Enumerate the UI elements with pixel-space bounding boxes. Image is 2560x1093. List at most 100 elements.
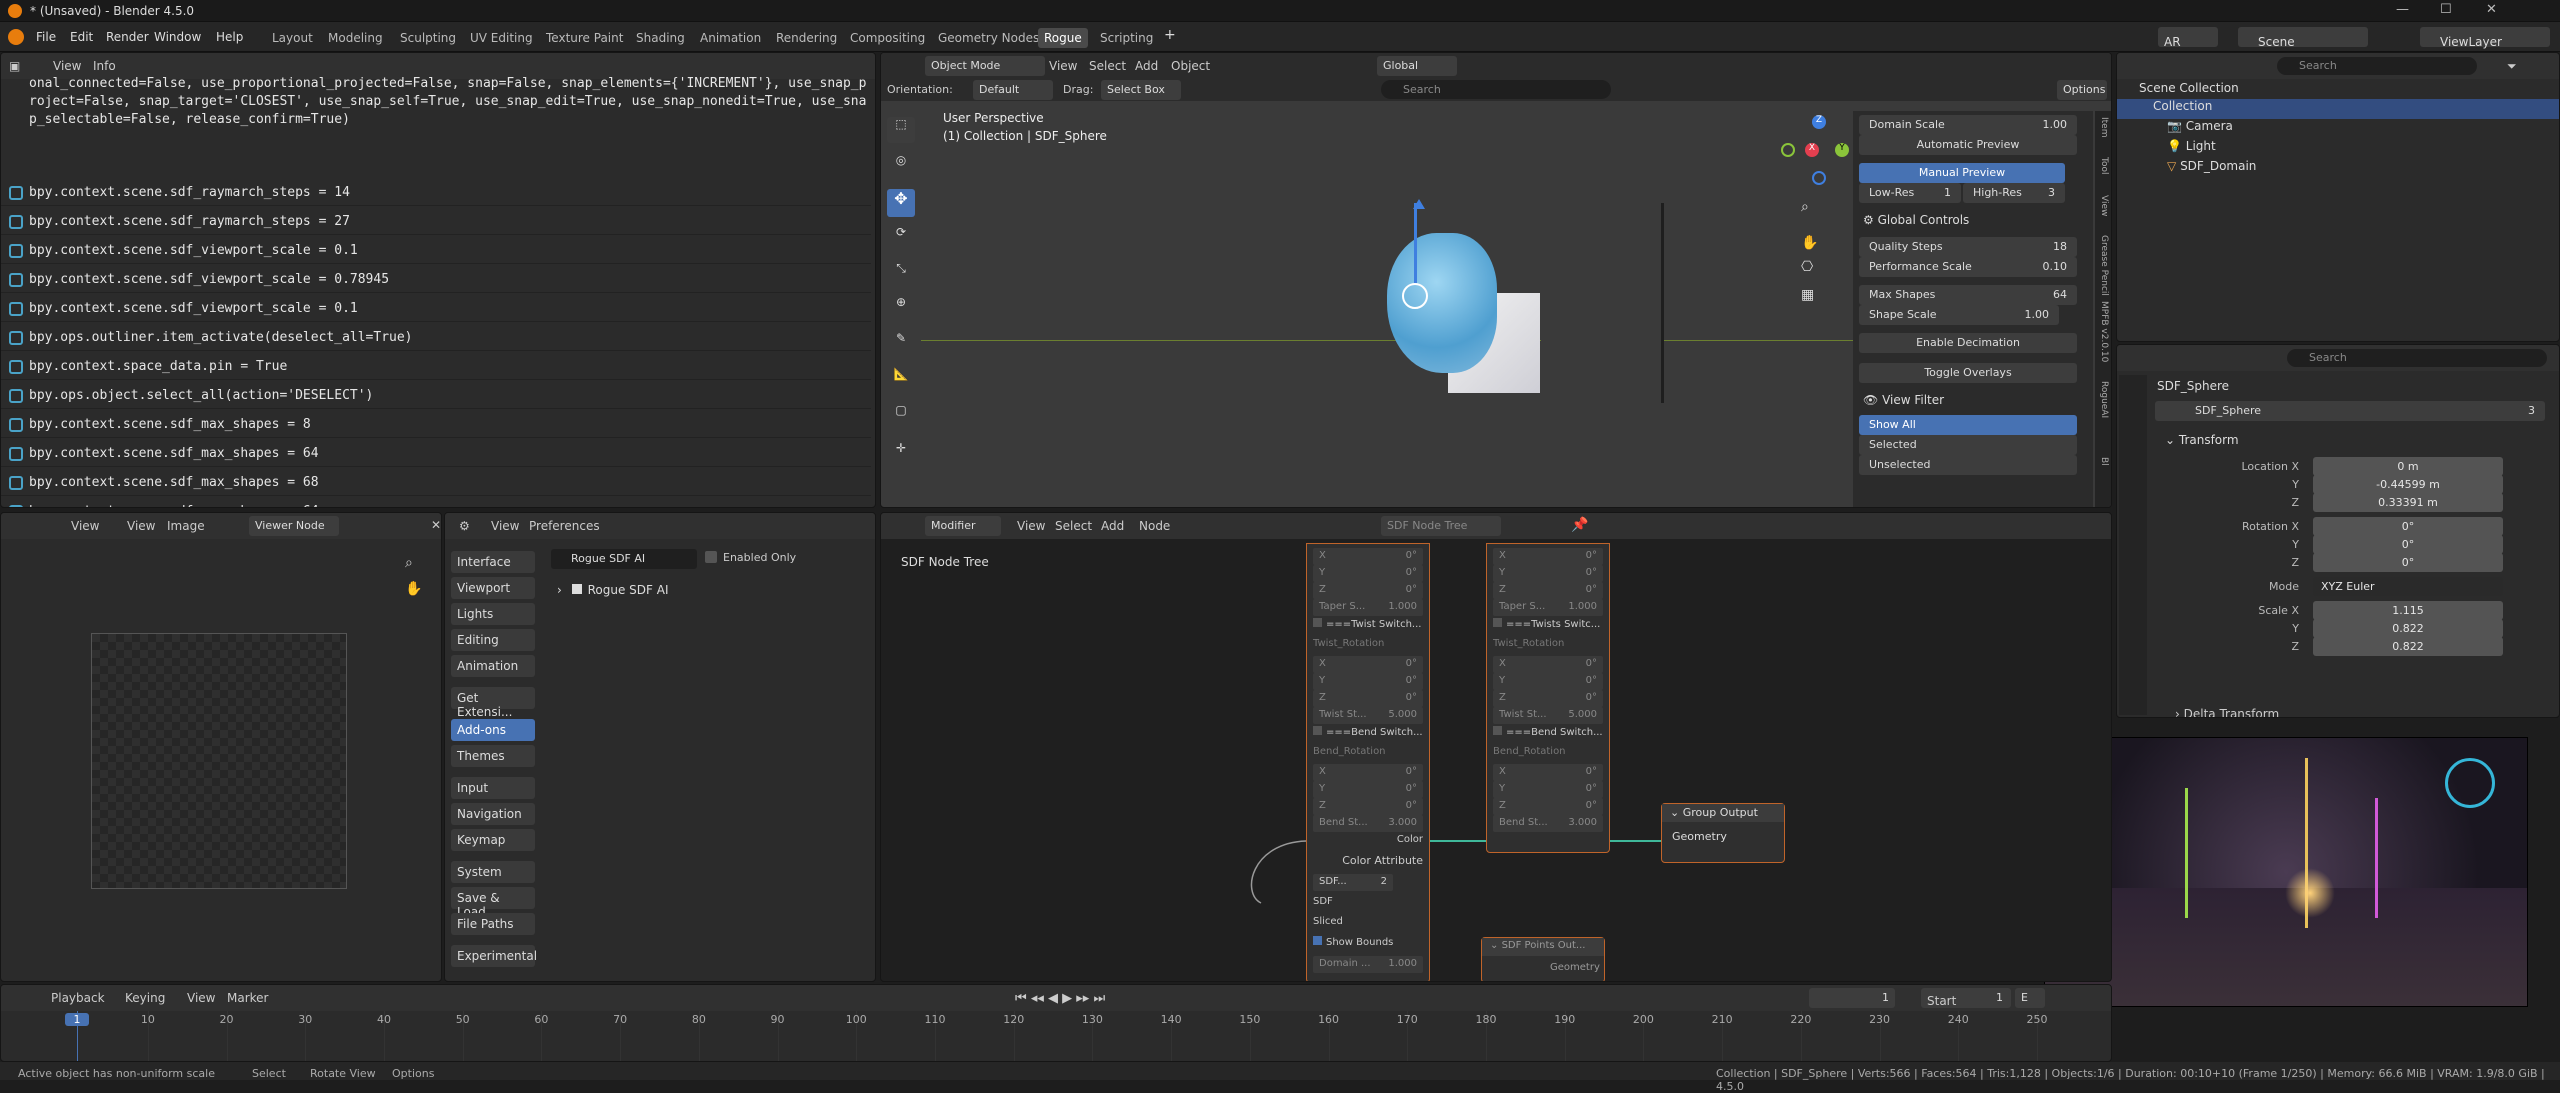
prefs-section[interactable]: Save & Load bbox=[451, 887, 535, 919]
options-button[interactable]: Options bbox=[2057, 80, 2107, 100]
lowres-field[interactable]: Low-Res 1 bbox=[1859, 183, 1961, 203]
transform-orientation-selector[interactable]: Global bbox=[1377, 56, 1457, 76]
navigation-gizmo[interactable]: Z Y X bbox=[1781, 115, 1851, 185]
log-line[interactable]: bpy.ops.outliner.item_activate(deselect_… bbox=[1, 325, 871, 351]
menu-render[interactable]: Render bbox=[106, 30, 149, 44]
show-bounds-checkbox[interactable]: Show Bounds bbox=[1313, 936, 1423, 954]
toggle-overlays-button[interactable]: Toggle Overlays bbox=[1859, 363, 2077, 383]
orientation-selector[interactable]: Default bbox=[973, 80, 1053, 100]
end-frame-field[interactable]: E bbox=[2015, 988, 2045, 1008]
prefs-menu-view[interactable]: View bbox=[491, 519, 519, 533]
properties-search-input[interactable]: Search bbox=[2287, 349, 2547, 367]
timeline-menu-marker[interactable]: Marker bbox=[227, 991, 268, 1005]
scene-selector[interactable]: Scene bbox=[2238, 27, 2368, 49]
sidebar-tab[interactable]: Item bbox=[2097, 117, 2109, 138]
node-value-field[interactable]: Y 0° bbox=[1493, 565, 1603, 582]
addon-search-input[interactable]: Rogue SDF AI bbox=[551, 549, 697, 569]
gizmo-x-icon[interactable]: X bbox=[1805, 143, 1819, 157]
camera-view-icon[interactable]: ⎔ bbox=[1801, 259, 1813, 275]
shape-scale-field[interactable]: Shape Scale 1.00 bbox=[1859, 305, 2059, 325]
view-filter-header[interactable]: 👁 View Filter bbox=[1863, 393, 1944, 407]
gizmo-z-arrow[interactable] bbox=[1414, 203, 1417, 283]
node-value-field[interactable]: Twist St... 5.000 bbox=[1313, 707, 1423, 724]
transform-value-field[interactable]: 0.822 bbox=[2313, 637, 2503, 656]
node-value-field[interactable]: Taper S... 1.000 bbox=[1493, 599, 1603, 616]
transform-value-field[interactable]: 0.33391 m bbox=[2313, 493, 2503, 512]
menu-edit[interactable]: Edit bbox=[70, 30, 93, 44]
cursor-tool-icon[interactable]: ◎ bbox=[887, 153, 915, 179]
add-tool-icon[interactable]: ✛ bbox=[887, 441, 915, 467]
scale-tool-icon[interactable]: ⤡ bbox=[887, 261, 915, 287]
transform-value-field[interactable]: 0° bbox=[2313, 553, 2503, 572]
rotate-tool-icon[interactable]: ⟳ bbox=[887, 225, 915, 251]
node-value-field[interactable]: Z 0° bbox=[1493, 798, 1603, 815]
sidebar-tab[interactable]: Grease Pencil bbox=[2097, 235, 2109, 296]
viewer-node-selector[interactable]: Viewer Node bbox=[249, 516, 339, 536]
tab-rendering[interactable]: Rendering bbox=[770, 28, 843, 48]
sidebar-tab[interactable]: RogueAI bbox=[2097, 381, 2109, 418]
image-menu-view[interactable]: View bbox=[71, 519, 99, 533]
manual-preview-button[interactable]: Manual Preview bbox=[1859, 163, 2065, 183]
auto-preview-button[interactable]: Automatic Preview bbox=[1859, 135, 2077, 155]
group-output-geometry-socket[interactable]: Geometry bbox=[1672, 830, 1727, 843]
mode-selector[interactable]: Object Mode bbox=[925, 56, 1045, 76]
info-menu-info[interactable]: Info bbox=[93, 59, 116, 73]
node-value-field[interactable]: X 0° bbox=[1313, 764, 1423, 781]
prefs-section[interactable]: System bbox=[451, 861, 535, 883]
prefs-menu-preferences[interactable]: Preferences bbox=[529, 519, 600, 533]
editor-type-icon[interactable]: ▣ bbox=[9, 59, 20, 73]
sdf-type-selector[interactable]: SDF... 2 bbox=[1313, 874, 1393, 891]
prefs-section[interactable]: Experimental bbox=[451, 945, 537, 967]
select-box-tool-icon[interactable]: ⬚ bbox=[887, 117, 915, 143]
menu-help[interactable]: Help bbox=[216, 30, 243, 44]
global-controls-header[interactable]: ⚙ Global Controls bbox=[1863, 213, 1969, 227]
measure-tool-icon[interactable]: 📐 bbox=[887, 367, 915, 393]
enabled-only-checkbox[interactable] bbox=[705, 551, 717, 563]
node-value-field[interactable]: X 0° bbox=[1313, 656, 1423, 673]
tab-rogue[interactable]: Rogue bbox=[1038, 28, 1088, 48]
domain-scale-field[interactable]: Domain Scale 1.00 bbox=[1859, 115, 2077, 135]
performance-scale-field[interactable]: Performance Scale 0.10 bbox=[1859, 257, 2077, 277]
transform-value-field[interactable]: 0.822 bbox=[2313, 619, 2503, 638]
log-line[interactable]: bpy.context.scene.sdf_raymarch_steps = 1… bbox=[1, 180, 871, 206]
pan-hand-icon[interactable]: ✋ bbox=[405, 581, 422, 597]
node-value-field[interactable]: Z 0° bbox=[1313, 690, 1423, 707]
transform-tool-icon[interactable]: ⊕ bbox=[887, 295, 915, 321]
prefs-section[interactable]: Editing bbox=[451, 629, 535, 651]
sdf-points-out-node[interactable]: ⌄ SDF Points Out... Geometry bbox=[1481, 937, 1605, 981]
node-value-field[interactable]: Z 0° bbox=[1493, 582, 1603, 599]
preferences-editor-icon[interactable]: ⚙ bbox=[459, 519, 470, 533]
ortho-grid-icon[interactable]: ▦ bbox=[1801, 287, 1814, 303]
tab-scripting[interactable]: Scripting bbox=[1094, 28, 1159, 48]
viewport-menu-select[interactable]: Select bbox=[1089, 59, 1126, 73]
quality-steps-field[interactable]: Quality Steps 18 bbox=[1859, 237, 2077, 257]
log-line[interactable]: bpy.context.scene.sdf_max_shapes = 64 bbox=[1, 499, 871, 507]
node-value-field[interactable]: Z 0° bbox=[1493, 690, 1603, 707]
tab-compositing[interactable]: Compositing bbox=[844, 28, 931, 48]
add-cube-tool-icon[interactable]: ▢ bbox=[887, 403, 915, 429]
zoom-icon[interactable]: ⌕ bbox=[1801, 199, 1809, 215]
transform-value-field[interactable]: -0.44599 m bbox=[2313, 475, 2503, 494]
info-menu-view[interactable]: View bbox=[53, 59, 81, 73]
addon-row-rogue-sdf-ai[interactable]: › Rogue SDF AI bbox=[557, 583, 857, 603]
minimize-icon[interactable]: — bbox=[2396, 2, 2409, 17]
viewport-menu-object[interactable]: Object bbox=[1171, 59, 1210, 73]
transform-panel-header[interactable]: ⌄ Transform bbox=[2165, 433, 2239, 447]
prefs-section[interactable]: Animation bbox=[451, 655, 535, 677]
image-menu-image[interactable]: Image bbox=[167, 519, 205, 533]
viewport-menu-add[interactable]: Add bbox=[1135, 59, 1158, 73]
timeline-menu-playback[interactable]: Playback bbox=[51, 991, 105, 1005]
viewport-search-input[interactable]: Search bbox=[1381, 80, 1611, 99]
playback-controls-icon[interactable]: ⏮ ◂◂ ◀ ▶ ▸▸ ⏭ bbox=[1015, 991, 1105, 1006]
node-color-attribute-socket[interactable]: Color Attribute bbox=[1313, 854, 1423, 872]
node-value-field[interactable]: X 0° bbox=[1493, 548, 1603, 565]
log-line[interactable]: bpy.context.scene.sdf_max_shapes = 8 bbox=[1, 412, 871, 438]
maximize-icon[interactable]: ☐ bbox=[2440, 2, 2452, 17]
image-canvas[interactable] bbox=[91, 633, 347, 889]
outliner-item-light[interactable]: 💡 Light bbox=[2117, 139, 2559, 159]
filter-show-all[interactable]: Show All bbox=[1859, 415, 2077, 435]
node-value-field[interactable]: Z 0° bbox=[1313, 798, 1423, 815]
log-line[interactable]: bpy.context.scene.sdf_viewport_scale = 0… bbox=[1, 296, 871, 322]
outliner-collection[interactable]: Collection bbox=[2117, 99, 2559, 119]
node-editor[interactable]: Modifier View Select Add Node SDF Node T… bbox=[880, 512, 2112, 982]
